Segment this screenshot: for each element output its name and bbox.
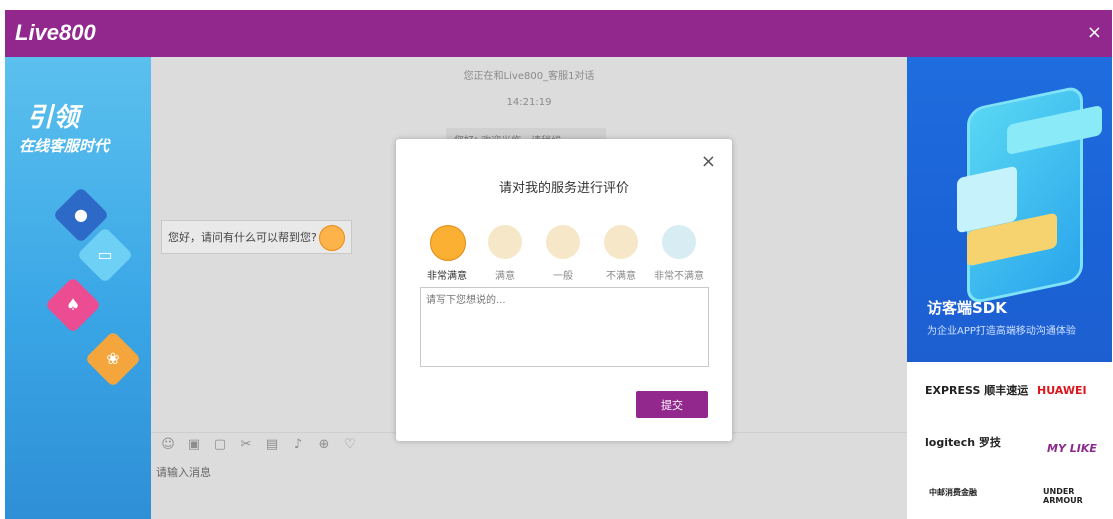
rating-label-satisfied[interactable]: 满意 xyxy=(475,267,535,282)
file-icon[interactable]: ▢ xyxy=(212,437,228,457)
message-timestamp: 14:21:19 xyxy=(506,97,552,108)
neutral-face-icon[interactable] xyxy=(546,225,580,259)
banner-headline: 引领 xyxy=(27,103,80,133)
rating-label-dissatisfied[interactable]: 不满意 xyxy=(591,267,651,282)
rating-label-very-satisfied[interactable]: 非常满意 xyxy=(417,267,477,282)
rating-title: 请对我的服务进行评价 xyxy=(498,181,629,196)
title-bar: Live800 × xyxy=(5,10,1112,57)
globe-icon[interactable]: ⊕ xyxy=(316,437,332,457)
agent-message: 您好，请问有什么可以帮到您? xyxy=(161,220,352,254)
conversation-status: 您正在和Live800_客服1对话 xyxy=(463,71,595,82)
left-promo-banner: 引领 在线客服时代 ● ▭ ♠ ❀ xyxy=(5,57,151,519)
mylike-logo: MY LIKE xyxy=(1047,442,1097,455)
heart-icon[interactable]: ♡ xyxy=(342,437,358,457)
close-dialog-button[interactable]: × xyxy=(701,151,716,172)
emoji-icon[interactable]: ☺ xyxy=(160,437,176,457)
very-satisfied-face-icon[interactable] xyxy=(430,225,466,261)
sf-express-logo: EXPRESS 顺丰速运 xyxy=(925,384,1029,397)
agent-message-text: 您好，请问有什么可以帮到您? xyxy=(168,231,317,244)
message-input[interactable]: 请输入消息 xyxy=(156,464,211,480)
smile-emoji-icon xyxy=(318,225,345,251)
very-dissatisfied-face-icon[interactable] xyxy=(662,225,696,259)
close-window-button[interactable]: × xyxy=(1087,22,1102,43)
rating-label-very-dissatisfied[interactable]: 非常不满意 xyxy=(649,267,709,282)
under-armour-logo: UNDER ARMOUR xyxy=(1043,487,1083,505)
message-toolbar: ☺ ▣ ▢ ✂ ▤ ♪ ⊕ ♡ xyxy=(160,437,358,457)
dissatisfied-face-icon[interactable] xyxy=(604,225,638,259)
huawei-logo: HUAWEI xyxy=(1037,384,1087,397)
mobile-tile: ▭ xyxy=(76,226,134,284)
wechat-tile: ❀ xyxy=(84,330,142,388)
qq-tile: ♠ xyxy=(44,276,102,334)
banner-subheadline: 在线客服时代 xyxy=(19,137,110,155)
rating-dialog: × 请对我的服务进行评价 非常满意 满意 一般 不满意 非常不满意 提交 xyxy=(396,139,732,441)
screenshot-icon[interactable]: ✂ xyxy=(238,437,254,457)
submit-button[interactable]: 提交 xyxy=(636,391,708,418)
rating-label-neutral[interactable]: 一般 xyxy=(533,267,593,282)
postal-finance-logo: 中邮消费金融 xyxy=(929,488,977,497)
sdk-subtitle: 为企业APP打造高端移动沟通体验 xyxy=(927,326,1076,337)
partner-logos: EXPRESS 顺丰速运 HUAWEI logitech 罗技 MY LIKE … xyxy=(907,362,1112,519)
satisfied-face-icon[interactable] xyxy=(488,225,522,259)
comment-field[interactable] xyxy=(420,287,709,367)
logitech-logo: logitech 罗技 xyxy=(925,436,1001,449)
sdk-banner: 访客端SDK 为企业APP打造高端移动沟通体验 xyxy=(907,57,1112,362)
save-icon[interactable]: ▤ xyxy=(264,437,280,457)
sound-icon[interactable]: ♪ xyxy=(290,437,306,457)
image-icon[interactable]: ▣ xyxy=(186,437,202,457)
sdk-title: 访客端SDK xyxy=(927,299,1007,317)
live800-logo: Live800 xyxy=(15,20,96,45)
